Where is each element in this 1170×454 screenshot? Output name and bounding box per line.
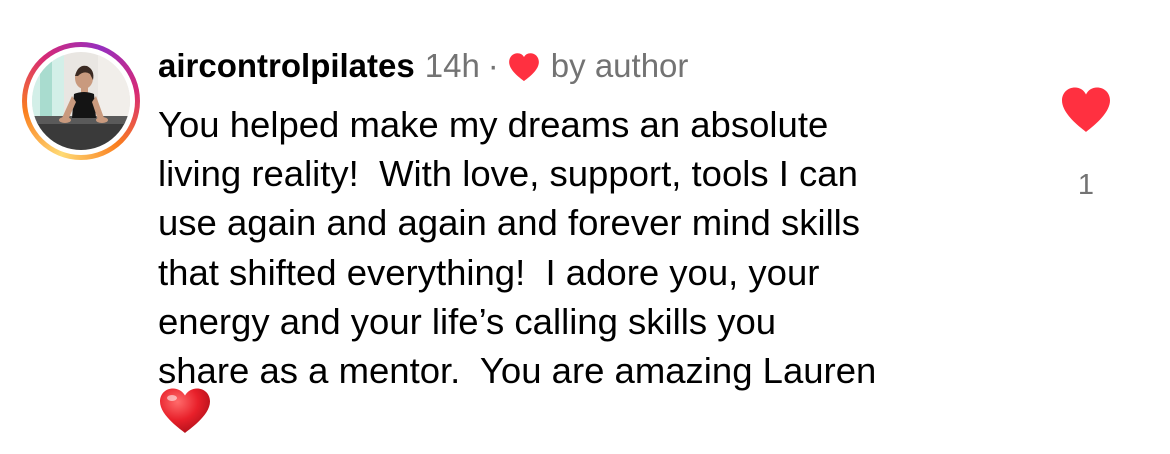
comment-text: You helped make my dreams an absolute li… — [158, 104, 877, 392]
comment-header: aircontrolpilates 14h · by author — [158, 44, 688, 88]
comment: aircontrolpilates 14h · by author You he… — [0, 0, 1170, 454]
like-button[interactable] — [1060, 86, 1112, 134]
red-heart-emoji — [160, 388, 210, 433]
avatar[interactable] — [32, 52, 130, 150]
story-ring[interactable] — [22, 42, 140, 160]
username-link[interactable]: aircontrolpilates — [158, 44, 415, 88]
separator-dot: · — [487, 47, 499, 84]
avatar-border — [27, 47, 135, 155]
heart-icon — [508, 53, 539, 82]
liked-by-author-label: by author — [550, 47, 689, 84]
timestamp: 14h — [424, 47, 480, 84]
like-count: 1 — [1077, 169, 1095, 201]
